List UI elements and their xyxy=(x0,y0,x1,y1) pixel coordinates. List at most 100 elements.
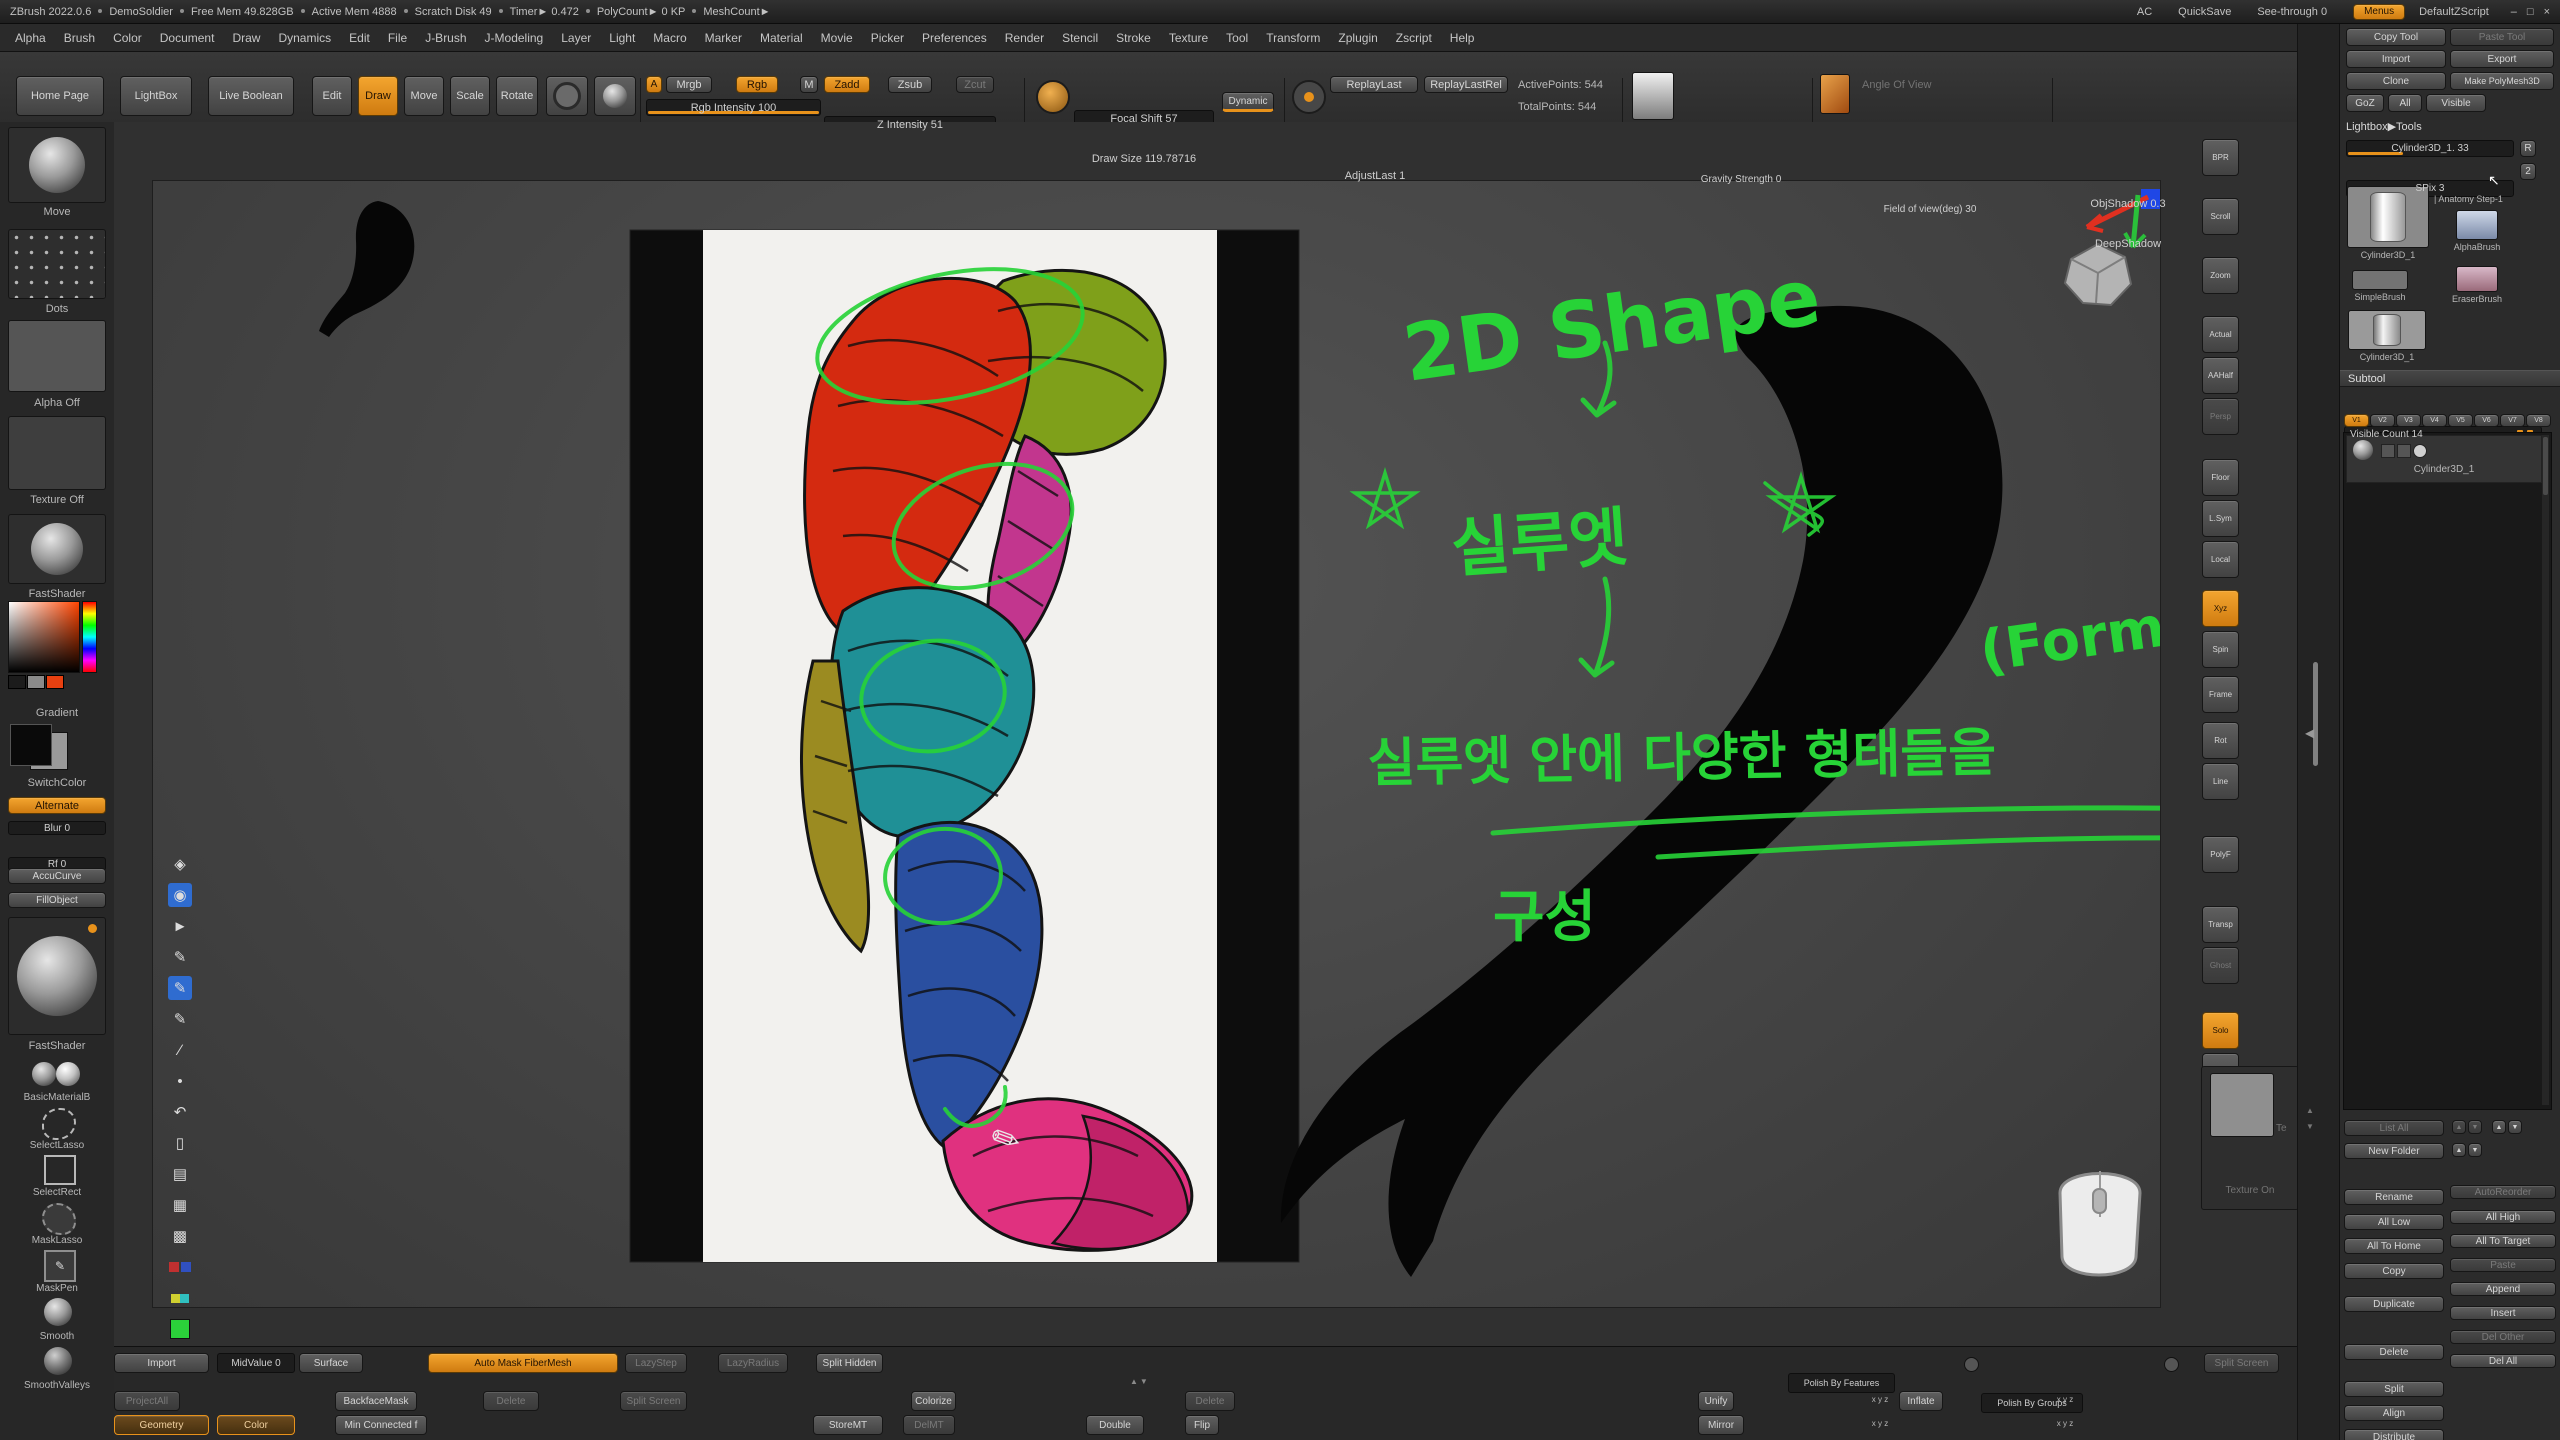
export-tool-button[interactable]: Export xyxy=(2450,50,2554,68)
paste-tool-button[interactable]: Paste Tool xyxy=(2450,28,2554,46)
subtool-header[interactable]: Subtool xyxy=(2340,370,2560,387)
delmt-button[interactable]: DelMT xyxy=(903,1415,955,1435)
swatch-3[interactable] xyxy=(46,675,64,689)
divider-up-icon[interactable]: ▲ xyxy=(2306,1106,2314,1115)
menu-layer[interactable]: Layer xyxy=(552,31,600,45)
menu-render[interactable]: Render xyxy=(996,31,1053,45)
material-preview-icon[interactable] xyxy=(594,76,636,116)
alphabrush-thumb[interactable] xyxy=(2456,210,2498,240)
menus-button[interactable]: Menus xyxy=(2353,4,2405,20)
subtool-item[interactable]: Cylinder3D_1 xyxy=(2346,435,2542,483)
tool-index-slider[interactable]: Cylinder3D_1. 33 xyxy=(2346,140,2514,157)
paint-mode-icon[interactable] xyxy=(546,76,588,116)
unify-xyz-label[interactable]: x y z xyxy=(1866,1395,1894,1404)
all-to-home-button[interactable]: All To Home xyxy=(2344,1238,2444,1254)
menu-transform[interactable]: Transform xyxy=(1257,31,1329,45)
zscript-label[interactable]: DefaultZScript xyxy=(2419,6,2489,18)
select-down-icon[interactable]: ▼ xyxy=(2508,1120,2522,1134)
menu-picker[interactable]: Picker xyxy=(862,31,913,45)
masklasso-icon[interactable] xyxy=(42,1203,76,1235)
subtool-tab-v5[interactable]: V5 xyxy=(2448,414,2473,427)
persp-button[interactable]: Persp xyxy=(2202,398,2239,435)
eraserbrush-thumb[interactable] xyxy=(2456,266,2498,292)
double-button[interactable]: Double xyxy=(1086,1415,1144,1435)
lightbox-button[interactable]: LightBox xyxy=(120,76,192,116)
menu-stroke[interactable]: Stroke xyxy=(1107,31,1160,45)
import-bottom-button[interactable]: Import xyxy=(114,1353,209,1373)
zadd-button[interactable]: Zadd xyxy=(824,76,870,93)
subtool-list[interactable]: Cylinder3D_1 xyxy=(2343,432,2552,1110)
anatomy-step-label[interactable]: | Anatomy Step-1 xyxy=(2434,194,2556,204)
selectrect-icon[interactable] xyxy=(44,1155,76,1185)
trash-icon[interactable]: ▯ xyxy=(168,1131,192,1155)
autoreorder-button[interactable]: AutoReorder xyxy=(2450,1185,2556,1199)
undo-icon[interactable]: ↶ xyxy=(168,1100,192,1124)
basicmaterial-icon[interactable] xyxy=(32,1060,82,1090)
stroke-dots-thumb[interactable] xyxy=(8,229,106,299)
solo-button[interactable]: Solo xyxy=(2202,1012,2239,1049)
clipboard-icon[interactable]: ▤ xyxy=(168,1162,192,1186)
copy-subtool-button[interactable]: Copy xyxy=(2344,1263,2444,1279)
import-tool-button[interactable]: Import xyxy=(2346,50,2446,68)
menu-preferences[interactable]: Preferences xyxy=(913,31,996,45)
menu-file[interactable]: File xyxy=(379,31,416,45)
menu-movie[interactable]: Movie xyxy=(812,31,862,45)
duplicate-button[interactable]: Duplicate xyxy=(2344,1296,2444,1312)
move-button[interactable]: Move xyxy=(404,76,444,116)
texture-off-thumb[interactable] xyxy=(8,416,106,490)
selectlasso-icon[interactable] xyxy=(42,1108,76,1140)
lsym-button[interactable]: L.Sym xyxy=(2202,500,2239,537)
maximize-icon[interactable]: □ xyxy=(2527,6,2534,18)
dynamic-button[interactable]: Dynamic xyxy=(1222,92,1274,112)
subtool-tab-v3[interactable]: V3 xyxy=(2396,414,2421,427)
menu-stencil[interactable]: Stencil xyxy=(1053,31,1107,45)
subtool-tab-v4[interactable]: V4 xyxy=(2422,414,2447,427)
texture-thumb[interactable] xyxy=(2210,1073,2274,1137)
menu-j-brush[interactable]: J-Brush xyxy=(416,31,475,45)
all-high-button[interactable]: All High xyxy=(2450,1210,2556,1224)
rotate-button[interactable]: Rotate xyxy=(496,76,538,116)
delete-subtool-button[interactable]: Delete xyxy=(2344,1344,2444,1360)
pen-icon[interactable]: ✎ xyxy=(168,945,192,969)
subtool-tab-v1[interactable]: V1 xyxy=(2344,414,2369,427)
stroke-preview-thumb[interactable] xyxy=(8,127,106,203)
divider-scrollbar[interactable] xyxy=(2313,662,2318,766)
cylinder-thumb[interactable] xyxy=(2348,310,2426,350)
zoom-button[interactable]: Zoom xyxy=(2202,257,2239,294)
xyz-button[interactable]: Xyz xyxy=(2202,590,2239,627)
maskpen-icon[interactable]: ✎ xyxy=(44,1250,76,1282)
frame-button[interactable]: Frame xyxy=(2202,676,2239,713)
texture-icon[interactable] xyxy=(1820,74,1850,114)
menu-zscript[interactable]: Zscript xyxy=(1387,31,1441,45)
pen2-icon[interactable]: ✎ xyxy=(168,1007,192,1031)
paint-toggle-icon[interactable] xyxy=(2381,444,2395,458)
mrgb-button[interactable]: Mrgb xyxy=(666,76,712,93)
eye-icon[interactable]: ◉ xyxy=(168,883,192,907)
dot-icon[interactable]: • xyxy=(168,1069,192,1093)
menu-macro[interactable]: Macro xyxy=(644,31,695,45)
flip-button[interactable]: Flip xyxy=(1185,1415,1219,1435)
all-to-target-button[interactable]: All To Target xyxy=(2450,1234,2556,1248)
menu-edit[interactable]: Edit xyxy=(340,31,379,45)
rot-button[interactable]: Rot xyxy=(2202,722,2239,759)
backfacemask-button[interactable]: BackfaceMask xyxy=(335,1391,417,1411)
surface-button[interactable]: Surface xyxy=(299,1353,363,1373)
del-other-button[interactable]: Del Other xyxy=(2450,1330,2556,1344)
draw-size-slider[interactable]: Draw Size 119.78716 xyxy=(1074,150,1214,167)
lazystep-slider[interactable]: LazyStep xyxy=(625,1353,687,1373)
subtool-tab-v7[interactable]: V7 xyxy=(2500,414,2525,427)
split-screen-button-1[interactable]: Split Screen xyxy=(2204,1353,2279,1373)
alpha-thumbnail[interactable] xyxy=(1632,72,1674,120)
subtool-scrollbar[interactable] xyxy=(2542,435,2549,1105)
minimize-icon[interactable]: – xyxy=(2511,6,2517,18)
menu-alpha[interactable]: Alpha xyxy=(6,31,55,45)
mirror-xyz-label[interactable]: x y z xyxy=(1866,1419,1894,1428)
polish-features-toggle-icon[interactable] xyxy=(1964,1357,1979,1372)
min-connected-button[interactable]: Min Connected f xyxy=(335,1415,427,1435)
ghost-button[interactable]: Ghost xyxy=(2202,947,2239,984)
subtool-tab-v6[interactable]: V6 xyxy=(2474,414,2499,427)
folder-up-icon[interactable]: ▲ xyxy=(2452,1143,2466,1157)
fillobject-button[interactable]: FillObject xyxy=(8,892,106,908)
storemt-button[interactable]: StoreMT xyxy=(813,1415,883,1435)
color-picker[interactable] xyxy=(8,601,80,673)
